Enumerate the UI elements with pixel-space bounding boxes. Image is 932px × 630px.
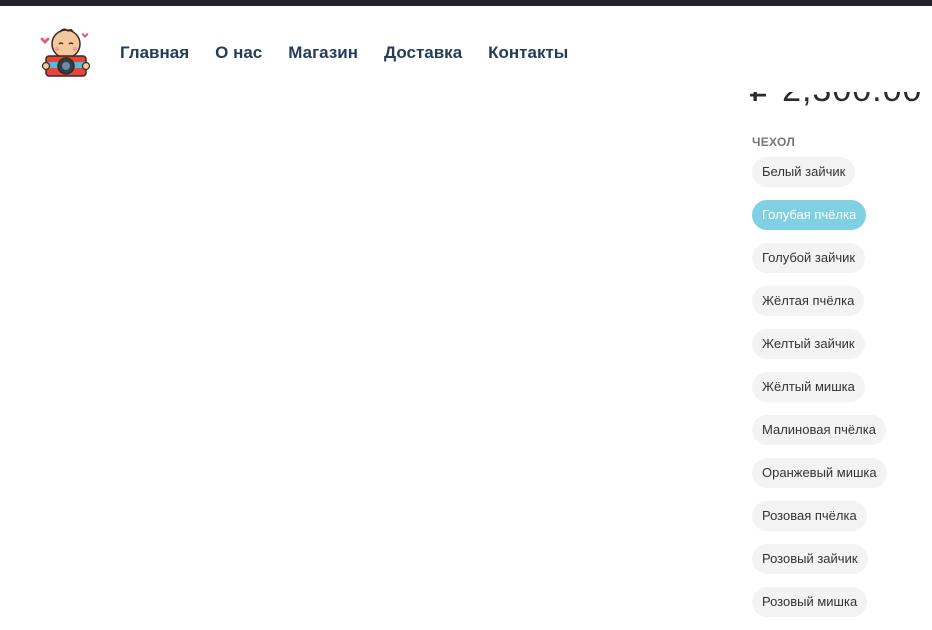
- variant-option[interactable]: Малиновая пчёлка: [752, 415, 886, 445]
- variant-option[interactable]: Розовый мишка: [752, 587, 868, 617]
- nav-item-shop[interactable]: Магазин: [288, 43, 358, 63]
- variant-options: Белый зайчик Голубая пчёлка Голубой зайч…: [752, 157, 887, 617]
- nav-item-delivery[interactable]: Доставка: [384, 43, 462, 63]
- nav-item-about[interactable]: О нас: [215, 43, 262, 63]
- variant-option-selected[interactable]: Голубая пчёлка: [752, 200, 867, 230]
- variant-option[interactable]: Жёлтый мишка: [752, 372, 865, 402]
- variant-option[interactable]: Голубой зайчик: [752, 243, 866, 273]
- baby-with-camera-logo-icon: [40, 28, 91, 77]
- variant-option[interactable]: Жёлтая пчёлка: [752, 286, 865, 316]
- variant-option[interactable]: Желтый зайчик: [752, 329, 865, 359]
- variant-option[interactable]: Розовая пчёлка: [752, 501, 867, 531]
- variant-label: ЧЕХОЛ: [752, 135, 796, 149]
- site-header: Главная О нас Магазин Доставка Контакты: [0, 6, 932, 92]
- nav-item-contacts[interactable]: Контакты: [488, 43, 568, 63]
- variant-option[interactable]: Оранжевый мишка: [752, 458, 887, 488]
- nav-item-home[interactable]: Главная: [120, 43, 189, 63]
- site-logo[interactable]: [40, 26, 92, 80]
- variant-option[interactable]: Розовый зайчик: [752, 544, 868, 574]
- variant-option[interactable]: Белый зайчик: [752, 157, 856, 187]
- main-nav: Главная О нас Магазин Доставка Контакты: [120, 43, 568, 63]
